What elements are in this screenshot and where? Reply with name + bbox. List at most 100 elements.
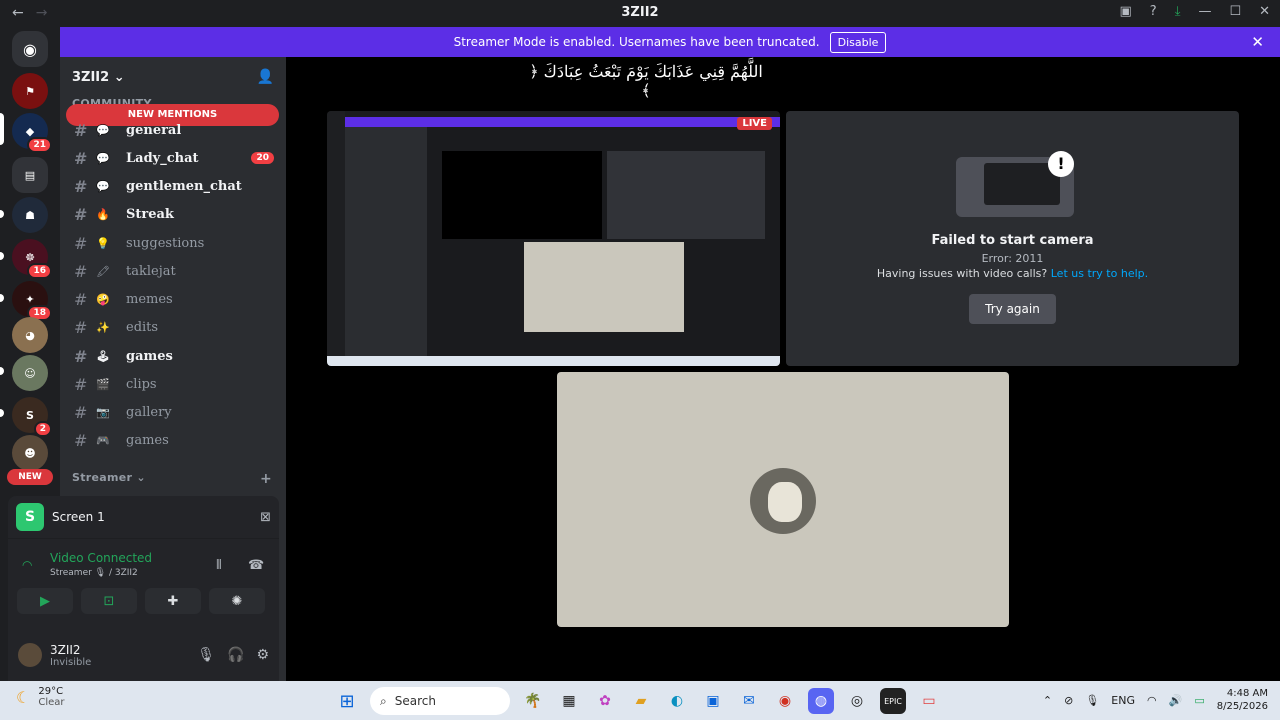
- new-servers-pill[interactable]: NEW: [7, 469, 53, 485]
- add-channel-icon[interactable]: +: [260, 471, 272, 487]
- copilot-icon[interactable]: ✿: [592, 688, 618, 714]
- mention-count-badge: 20: [251, 152, 274, 164]
- channel-games-2[interactable]: # 🎮 games: [74, 427, 274, 453]
- channel-emoji: 🎮: [96, 433, 110, 447]
- channel-emoji: 🔥: [96, 207, 110, 221]
- try-again-button[interactable]: Try again: [969, 294, 1056, 324]
- minimize-icon[interactable]: —: [1198, 4, 1211, 19]
- channel-games[interactable]: # 🕹 games: [74, 343, 274, 369]
- activities-button[interactable]: ✚: [145, 588, 201, 614]
- microphone-icon[interactable]: 🎙: [197, 647, 215, 663]
- channel-name: gallery: [126, 404, 172, 420]
- task-view-icon[interactable]: ▦: [556, 688, 582, 714]
- user-status: Invisible: [50, 656, 92, 668]
- noise-suppression-icon[interactable]: ⦀: [216, 558, 222, 573]
- voice-channel: Streamer 🎙 / 3ZII2: [50, 568, 138, 578]
- server-icon[interactable]: ☺: [12, 355, 48, 391]
- help-text: Having issues with video calls?: [876, 267, 1048, 280]
- server-icon[interactable]: ◆ 21: [12, 113, 52, 153]
- server-icon[interactable]: S2: [12, 397, 52, 437]
- language-indicator[interactable]: ENG: [1111, 694, 1135, 707]
- channel-name: general: [126, 122, 182, 138]
- soundboard-button[interactable]: ✺: [209, 588, 265, 614]
- file-explorer-icon[interactable]: ▰: [628, 688, 654, 714]
- channel-general[interactable]: # 💬 general: [74, 117, 274, 143]
- edge-icon[interactable]: ◐: [664, 688, 690, 714]
- server-icon[interactable]: ⚑: [12, 73, 48, 109]
- wifi-icon[interactable]: ◠: [1147, 694, 1157, 707]
- widgets-icon[interactable]: 🌴: [520, 688, 546, 714]
- camera-button[interactable]: ▶: [17, 588, 73, 614]
- hash-icon: #: [74, 176, 88, 196]
- clock[interactable]: 4:48 AM 8/25/2026: [1217, 687, 1268, 713]
- server-icon[interactable]: ☻: [12, 435, 48, 471]
- chevron-up-icon[interactable]: ⌃: [1043, 694, 1052, 707]
- microphone-icon[interactable]: 🎙: [1085, 694, 1099, 707]
- username: 3ZII2: [50, 642, 81, 657]
- channel-memes[interactable]: # 🤪 memes: [74, 286, 274, 312]
- channel-gentlemen-chat[interactable]: # 💬 gentlemen_chat: [74, 173, 274, 199]
- hash-icon: #: [74, 204, 88, 224]
- channel-taklejat[interactable]: # 🖍 taklejat: [74, 258, 274, 284]
- server-icon[interactable]: ☸ 16: [12, 239, 52, 279]
- channel-gallery[interactable]: # 📷 gallery: [74, 399, 274, 425]
- battery-icon[interactable]: ▭: [1194, 694, 1204, 707]
- avatar[interactable]: [18, 643, 42, 667]
- hash-icon: #: [74, 374, 88, 394]
- camera-error-code: Error: 2011: [981, 252, 1044, 265]
- channel-name: taklejat: [126, 263, 176, 279]
- mail-icon[interactable]: ✉: [736, 688, 762, 714]
- channel-clips[interactable]: # 🎬 clips: [74, 371, 274, 397]
- window-title: 3ZII2: [621, 5, 659, 20]
- voice-status[interactable]: Video Connected: [50, 551, 152, 565]
- weather-widget[interactable]: ☾ 29°C Clear: [16, 686, 65, 708]
- channel-edits[interactable]: # ✨ edits: [74, 314, 274, 340]
- channel-name: memes: [126, 291, 173, 307]
- moon-icon: ☾: [16, 687, 31, 707]
- hash-icon: #: [74, 261, 88, 281]
- video-tile[interactable]: [557, 372, 1009, 627]
- app-icon[interactable]: ▭: [916, 688, 942, 714]
- channel-suggestions[interactable]: # 💡 suggestions: [74, 230, 274, 256]
- epic-games-icon[interactable]: EPIC: [880, 688, 906, 714]
- channel-emoji: 🤪: [96, 292, 110, 306]
- hash-icon: #: [74, 317, 88, 337]
- headphones-icon[interactable]: 🎧: [227, 647, 244, 663]
- server-icon[interactable]: ◕: [12, 317, 48, 353]
- disconnect-icon[interactable]: ☎: [248, 558, 264, 573]
- folder-icon[interactable]: ▤: [12, 157, 48, 193]
- category-streamer[interactable]: Streamer ⌄ +: [72, 471, 272, 487]
- inbox-icon[interactable]: ▣: [1119, 4, 1131, 19]
- server-icon[interactable]: ☗: [12, 197, 48, 233]
- chrome-icon[interactable]: ◉: [772, 688, 798, 714]
- download-icon[interactable]: ⤓: [1175, 4, 1181, 19]
- gear-icon[interactable]: ⚙: [256, 647, 269, 663]
- channel-lady-chat[interactable]: # 💬 Lady_chat 20: [74, 145, 274, 171]
- channel-streak[interactable]: # 🔥 Streak: [74, 201, 274, 227]
- help-icon[interactable]: ?: [1150, 4, 1157, 19]
- start-icon[interactable]: ⊞: [334, 688, 360, 714]
- store-icon[interactable]: ▣: [700, 688, 726, 714]
- channel-emoji: 📷: [96, 405, 110, 419]
- obs-icon[interactable]: ◎: [844, 688, 870, 714]
- discord-home-icon[interactable]: ◉: [12, 31, 48, 67]
- maximize-icon[interactable]: ☐: [1229, 4, 1241, 19]
- close-window-icon[interactable]: ✕: [1259, 4, 1270, 19]
- help-link[interactable]: Let us try to help.: [1051, 267, 1148, 280]
- server-header[interactable]: 3ZII2 ⌄ 👤: [60, 57, 286, 97]
- channel-emoji: 💡: [96, 236, 110, 250]
- camera-off-icon[interactable]: ⊘: [1064, 694, 1073, 707]
- close-icon[interactable]: ✕: [1251, 33, 1264, 51]
- volume-icon[interactable]: 🔊: [1169, 694, 1183, 707]
- channel-name: edits: [126, 319, 159, 335]
- screen-share-button[interactable]: ⊡: [81, 588, 137, 614]
- title-bar: ← → 3ZII2 ▣ ? ⤓ — ☐ ✕: [0, 0, 1280, 27]
- search-input[interactable]: ⌕ Search: [370, 687, 510, 715]
- server-icon[interactable]: ✦ 18: [12, 281, 52, 321]
- disable-streamer-button[interactable]: Disable: [829, 31, 887, 53]
- stop-stream-icon[interactable]: ⊠: [260, 510, 271, 525]
- avatar: [750, 468, 816, 534]
- discord-icon[interactable]: ◍: [808, 688, 834, 714]
- add-member-icon[interactable]: 👤: [257, 69, 274, 85]
- screen-share-tile[interactable]: LIVE: [327, 111, 780, 366]
